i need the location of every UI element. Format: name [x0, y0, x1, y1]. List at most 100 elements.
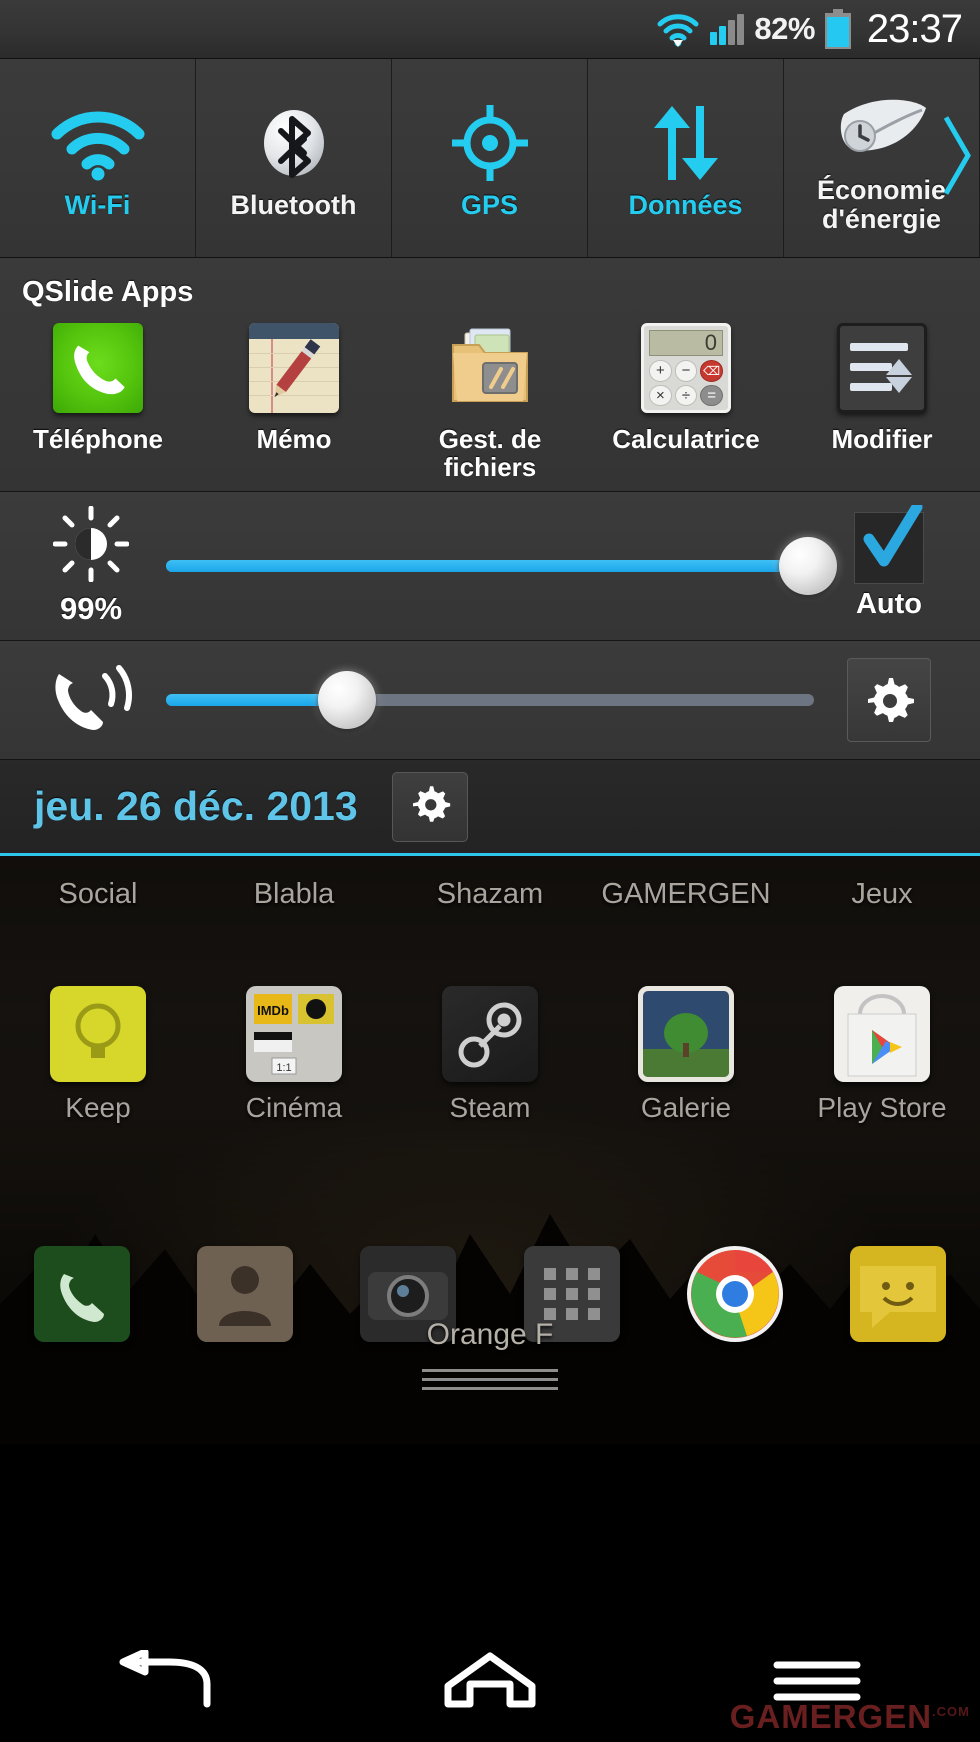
volume-row — [0, 641, 980, 759]
settings-button[interactable] — [391, 771, 468, 842]
gps-icon — [448, 97, 532, 189]
brightness-slider[interactable] — [166, 520, 837, 612]
brightness-slider-track[interactable] — [166, 560, 814, 573]
auto-brightness-checkbox[interactable] — [854, 504, 924, 584]
qslide-app-label: Modifier — [831, 424, 933, 454]
app-steam[interactable]: Steam — [392, 986, 588, 1124]
toggle-label: GPS — [460, 189, 519, 220]
folder-label: Jeux — [851, 878, 913, 911]
gallery-icon — [638, 986, 734, 1083]
brightness-row: 99% Auto — [0, 492, 980, 640]
qslide-app-row: Téléphone Mémo Gest. de fichiers 0 + − ⌫… — [0, 323, 980, 481]
toggle-mobile-data[interactable]: Données — [588, 59, 784, 257]
folder-label: GAMERGEN — [601, 878, 771, 911]
brightness-section: 99% Auto — [0, 492, 980, 642]
folder-shazam[interactable]: Shazam — [392, 878, 588, 911]
wifi-icon — [656, 11, 700, 47]
qslide-app-label: Calculatrice — [612, 424, 760, 454]
ringer-volume-icon — [43, 660, 139, 741]
qslide-app-file-manager[interactable]: Gest. de fichiers — [392, 323, 588, 481]
qslide-app-edit[interactable]: Modifier — [784, 323, 980, 481]
file-manager-icon — [445, 323, 535, 413]
watermark: GAMERGEN.COM — [730, 1698, 970, 1736]
volume-slider-track[interactable] — [166, 694, 814, 707]
volume-slider[interactable] — [166, 654, 814, 746]
battery-icon — [824, 9, 851, 49]
qslide-app-calculator[interactable]: 0 + − ⌫ × ÷ = Calculatrice — [588, 323, 784, 481]
brightness-value-label: 99% — [59, 590, 123, 626]
cinema-folder-icon: IMDb 1:1 — [246, 986, 342, 1083]
wifi-icon — [48, 97, 148, 189]
edit-list-icon — [837, 323, 927, 413]
toggle-label: Économie d'énergie — [816, 175, 947, 234]
home-icon — [438, 1650, 542, 1717]
toggle-power-saver[interactable]: Économie d'énergie — [784, 59, 980, 257]
nav-home-button[interactable] — [327, 1650, 654, 1717]
cellular-signal-icon — [710, 13, 745, 45]
memo-notepad-icon — [249, 323, 339, 413]
auto-brightness-label: Auto — [855, 587, 923, 620]
svg-text:IMDb: IMDb — [257, 1003, 289, 1018]
calculator-icon: 0 + − ⌫ × ÷ = — [641, 323, 731, 413]
svg-text:1:1: 1:1 — [276, 1062, 291, 1074]
quick-toggle-row: Wi-Fi Bluetooth GPS Données Économie d'é… — [0, 58, 980, 258]
shade-drag-handle[interactable] — [422, 1369, 558, 1396]
toggle-label: Wi-Fi — [64, 189, 131, 220]
qslide-app-label: Téléphone — [32, 424, 163, 454]
data-sync-icon — [642, 97, 730, 189]
brightness-control-left: 99% — [16, 505, 166, 627]
steam-icon — [442, 986, 538, 1083]
app-label: Keep — [65, 1092, 131, 1124]
qslide-app-label: Mémo — [256, 424, 332, 454]
google-keep-icon — [50, 986, 146, 1083]
folder-label: Shazam — [436, 878, 544, 911]
date-bar: jeu. 26 déc. 2013 — [0, 760, 980, 857]
app-label: Play Store — [817, 1092, 947, 1124]
watermark-suffix: .COM — [932, 1704, 970, 1719]
brightness-slider-fill — [166, 560, 808, 573]
volume-slider-thumb[interactable] — [318, 671, 377, 730]
qslide-section: QSlide Apps Téléphone Mémo Gest. de fich… — [0, 258, 980, 493]
qslide-title: QSlide Apps — [22, 276, 194, 308]
toggle-wifi[interactable]: Wi-Fi — [0, 59, 196, 257]
app-play-store[interactable]: Play Store — [784, 986, 980, 1124]
toggle-label: Données — [628, 189, 743, 220]
app-label: Galerie — [640, 1092, 732, 1124]
brightness-slider-thumb[interactable] — [778, 537, 837, 596]
app-cinema[interactable]: IMDb 1:1 Cinéma — [196, 986, 392, 1124]
app-keep[interactable]: Keep — [0, 986, 196, 1124]
app-label: Cinéma — [245, 1092, 343, 1124]
volume-control-left — [16, 660, 166, 741]
status-bar: 82% 23:37 — [0, 0, 980, 58]
phone-icon — [53, 323, 143, 413]
date-label: jeu. 26 déc. 2013 — [34, 783, 358, 830]
bluetooth-icon — [254, 97, 334, 189]
toggle-gps[interactable]: GPS — [392, 59, 588, 257]
gear-icon[interactable] — [847, 658, 931, 743]
power-saver-icon — [830, 82, 934, 174]
brightness-sun-icon — [52, 505, 130, 587]
homescreen: Social Blabla Shazam GAMERGEN Jeux Keep — [0, 856, 980, 1445]
folder-gamergen[interactable]: GAMERGEN — [588, 878, 784, 911]
folder-social[interactable]: Social — [0, 878, 196, 911]
carrier-label: Orange F — [426, 1318, 554, 1352]
nav-back-button[interactable] — [0, 1648, 327, 1717]
watermark-text: GAMERGEN — [729, 1698, 933, 1735]
play-store-icon — [834, 986, 930, 1083]
back-icon — [111, 1648, 215, 1717]
app-gallery[interactable]: Galerie — [588, 986, 784, 1124]
homescreen-app-row: Keep IMDb 1:1 Cinéma Steam Galerie Play … — [0, 986, 980, 1124]
folder-label: Blabla — [253, 878, 335, 911]
qslide-app-phone[interactable]: Téléphone — [0, 323, 196, 481]
homescreen-folder-row: Social Blabla Shazam GAMERGEN Jeux — [0, 878, 980, 911]
toggle-bluetooth[interactable]: Bluetooth — [196, 59, 392, 257]
folder-label: Social — [58, 878, 138, 911]
qslide-app-label: Gest. de fichiers — [438, 424, 542, 483]
battery-percent-label: 82% — [754, 11, 815, 46]
volume-section — [0, 641, 980, 761]
volume-settings-control[interactable] — [814, 658, 964, 743]
app-label: Steam — [449, 1092, 531, 1124]
folder-jeux[interactable]: Jeux — [784, 878, 980, 911]
folder-blabla[interactable]: Blabla — [196, 878, 392, 911]
qslide-app-memo[interactable]: Mémo — [196, 323, 392, 481]
